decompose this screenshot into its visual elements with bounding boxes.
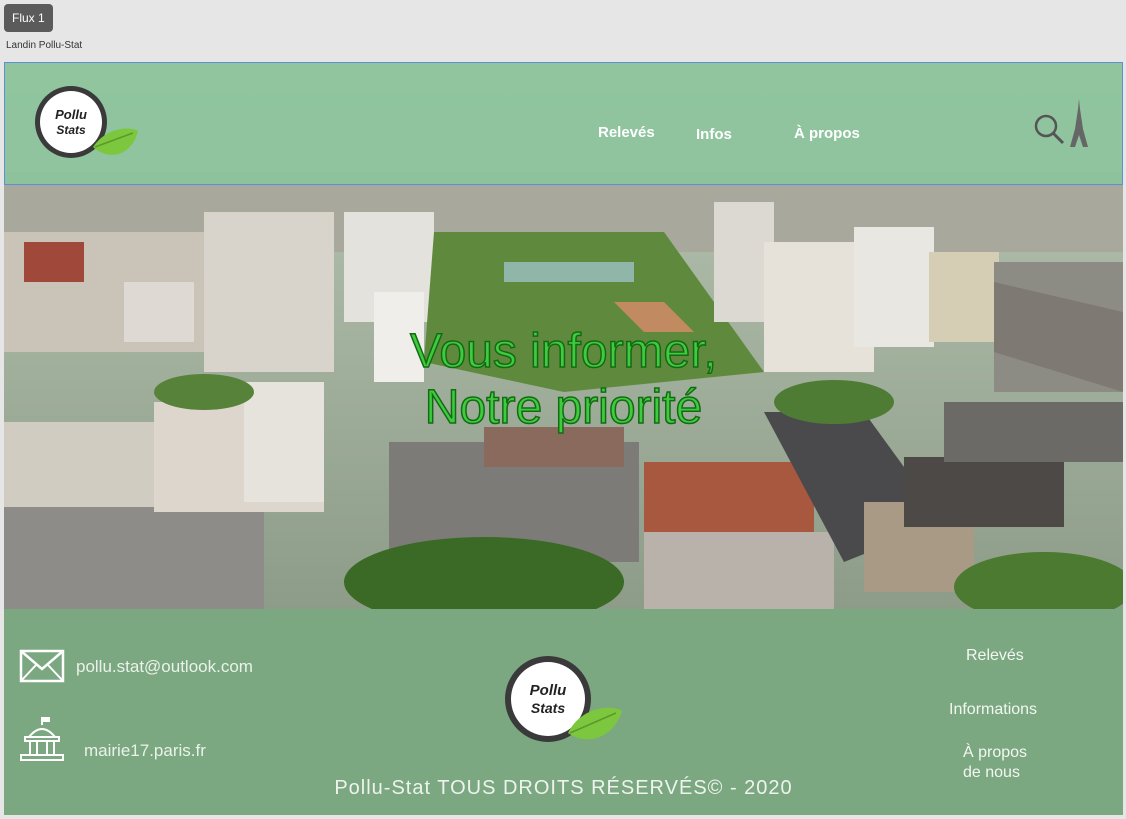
search-icon[interactable] <box>1033 113 1065 145</box>
top-navbar: Pollu Stats Relevés Infos À propos <box>4 62 1123 185</box>
logo-line-1: Pollu <box>55 107 87 122</box>
eiffel-tower-icon <box>1070 99 1088 147</box>
footer-link-a-propos[interactable]: À propos <box>963 744 1027 762</box>
footer: pollu.stat@outlook.com mairie17.paris.fr… <box>4 609 1123 815</box>
hero-title: Vous informer, Notre priorité <box>4 324 1123 436</box>
logo-line-2: Stats <box>56 123 86 137</box>
flow-badge[interactable]: Flux 1 <box>4 4 53 32</box>
mail-icon <box>19 649 65 683</box>
footer-email[interactable]: pollu.stat@outlook.com <box>76 657 253 677</box>
nav-releves[interactable]: Relevés <box>598 124 655 141</box>
landing-frame: Pollu Stats Relevés Infos À propos Vous … <box>4 62 1123 815</box>
footer-website[interactable]: mairie17.paris.fr <box>84 741 206 761</box>
hero-title-line-2: Notre priorité <box>424 380 703 435</box>
nav-infos[interactable]: Infos <box>696 126 732 143</box>
hero-title-line-1: Vous informer, <box>409 324 717 379</box>
city-hall-icon <box>20 717 64 761</box>
footer-logo-line-1: Pollu <box>530 682 567 699</box>
frame-name: Landin Pollu-Stat <box>6 40 83 51</box>
footer-link-informations[interactable]: Informations <box>949 701 1037 719</box>
copyright: Pollu-Stat TOUS DROITS RÉSERVÉS© - 2020 <box>334 777 793 799</box>
footer-link-releves[interactable]: Relevés <box>966 647 1024 665</box>
footer-logo-line-2: Stats <box>531 700 565 716</box>
nav-a-propos[interactable]: À propos <box>794 125 860 142</box>
pollu-stats-logo[interactable]: Pollu Stats <box>33 85 143 165</box>
footer-logo: Pollu Stats <box>502 655 632 747</box>
